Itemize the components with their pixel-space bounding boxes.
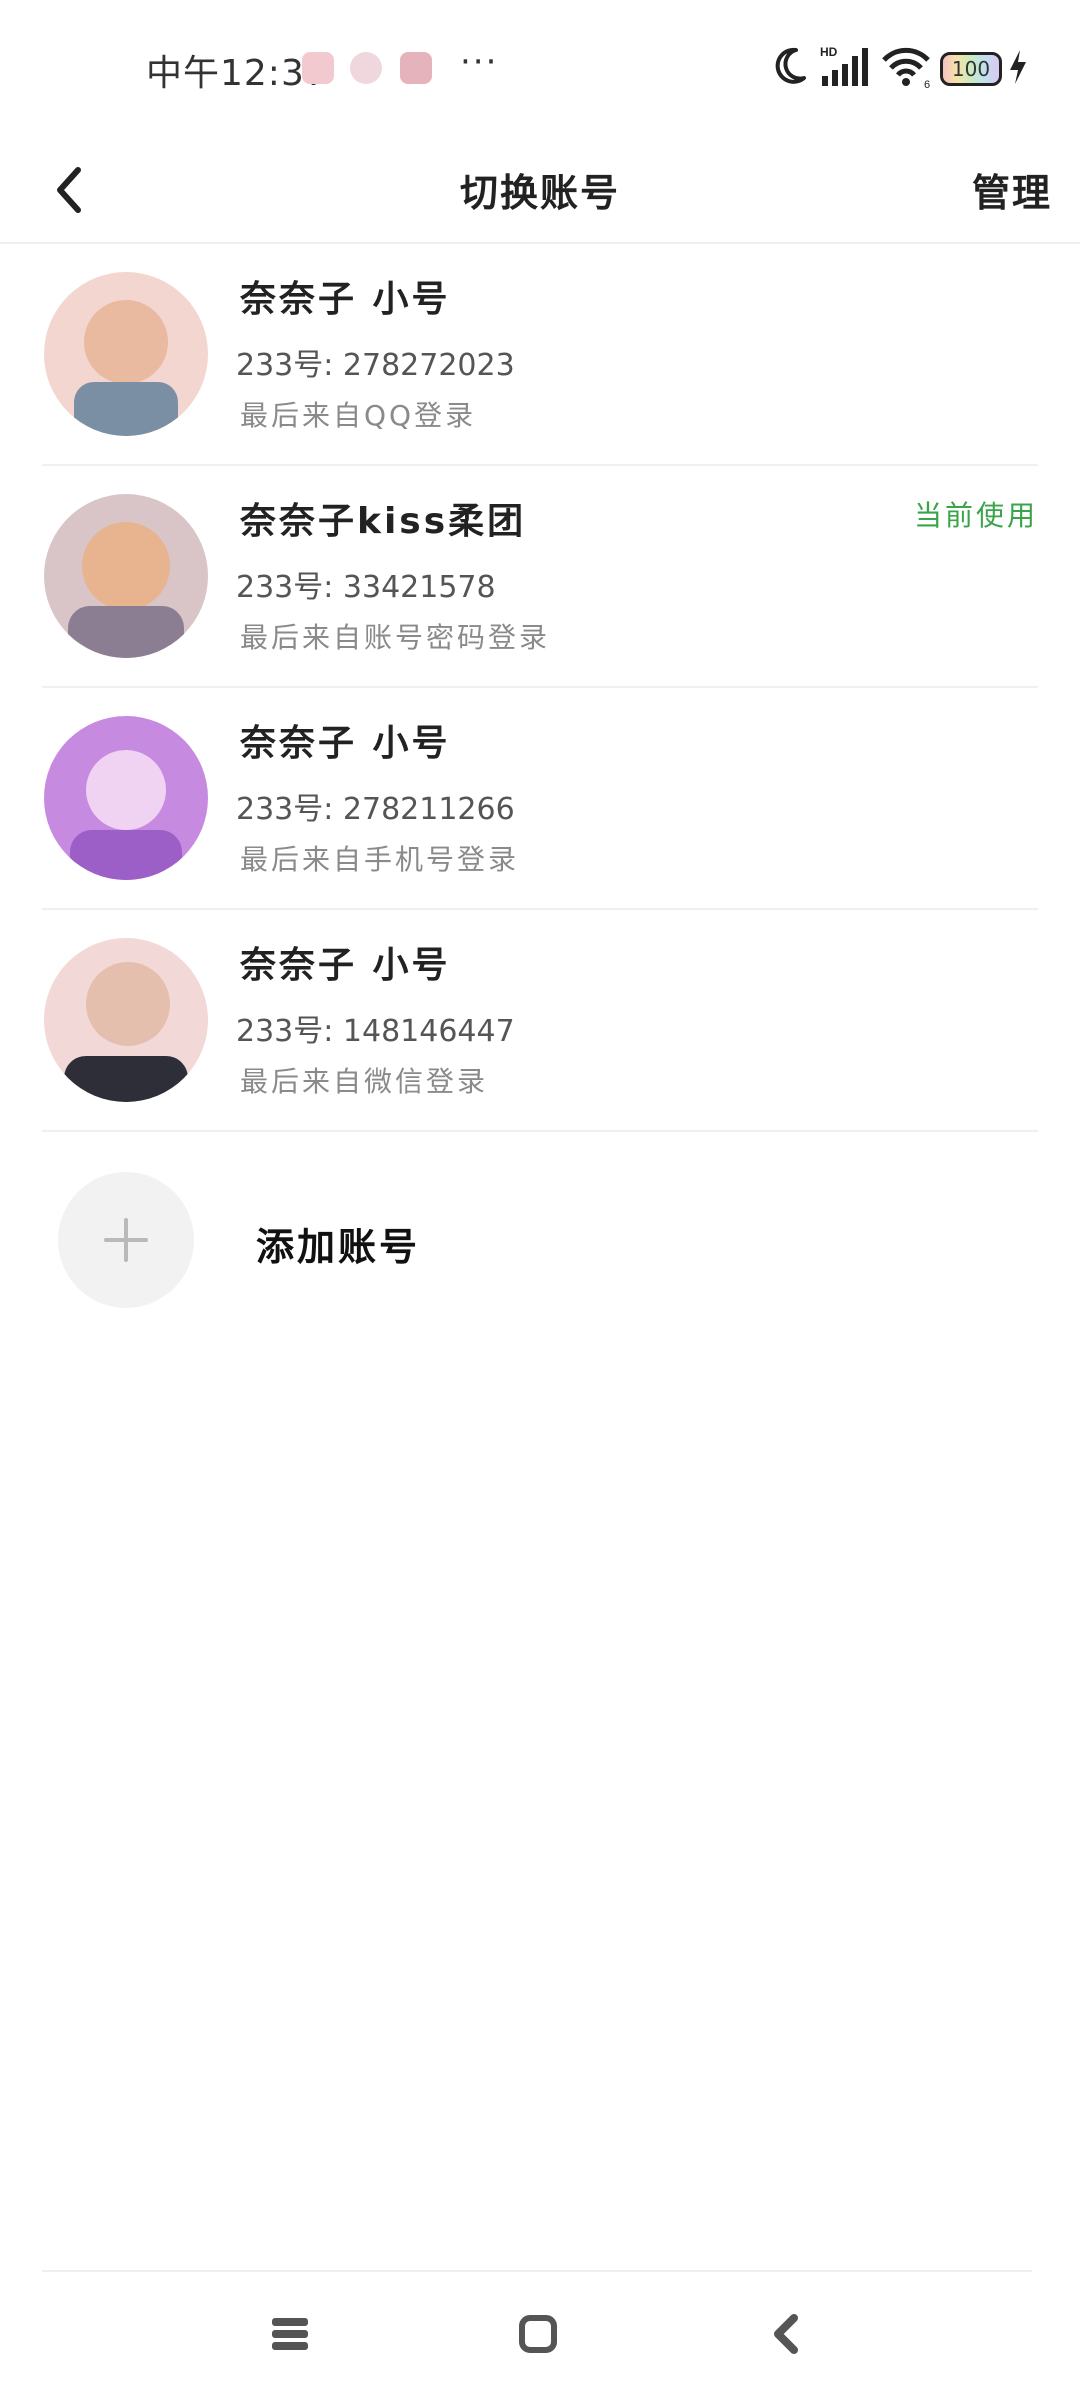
account-login-method: 最后来自账号密码登录 [240,621,551,654]
account-item[interactable]: 奈奈子 小号 233号: 278272023 最后来自QQ登录 [42,244,1038,466]
avatar [44,938,208,1102]
notification-app-icon [302,52,334,84]
wifi-band-label: 6 [924,79,930,88]
notification-app-icon [400,52,432,84]
avatar [44,494,208,658]
account-name: 奈奈子kiss柔团 [240,501,527,542]
account-login-method: 最后来自手机号登录 [240,843,520,876]
charging-icon [1010,50,1026,84]
account-item[interactable]: 奈奈子 小号 233号: 148146447 最后来自微信登录 [42,910,1038,1132]
account-name: 奈奈子 小号 [240,723,451,764]
avatar [44,716,208,880]
top-navigation-bar: 切换账号 管理 [0,140,1080,244]
page-title: 切换账号 [459,171,620,215]
add-account-label: 添加账号 [256,1225,421,1269]
more-notifications-icon: ··· [460,42,499,82]
current-account-badge: 当前使用 [913,499,1038,532]
account-name: 奈奈子 小号 [240,945,451,986]
manage-button[interactable]: 管理 [972,162,1052,217]
wifi-icon: 6 [882,47,930,88]
account-id: 233号: 148146447 [236,1014,515,1049]
account-login-method: 最后来自微信登录 [240,1065,489,1098]
account-id: 233号: 278211266 [236,792,515,827]
home-icon[interactable] [516,2312,560,2356]
menu-icon[interactable] [268,2312,312,2356]
plus-icon [104,1218,148,1262]
account-item[interactable]: 奈奈子kiss柔团 233号: 33421578 最后来自账号密码登录 当前使用 [42,466,1038,688]
bottom-divider [42,2270,1032,2272]
network-type-label: HD [820,45,838,59]
status-bar: 中午12:37 ··· HD 6 100 [0,0,1080,140]
battery-icon: 100 [940,52,1002,86]
account-name: 奈奈子 小号 [240,279,451,320]
account-id: 233号: 278272023 [236,348,515,383]
signal-icon: HD [820,45,868,86]
avatar [44,272,208,436]
add-account-button[interactable]: 添加账号 [42,1170,1038,1310]
add-account-circle [58,1172,194,1308]
account-id: 233号: 33421578 [236,570,496,605]
account-item[interactable]: 奈奈子 小号 233号: 278211266 最后来自手机号登录 [42,688,1038,910]
notification-app-icon [350,52,382,84]
account-list: 奈奈子 小号 233号: 278272023 最后来自QQ登录 奈奈子kiss柔… [0,244,1080,1132]
account-login-method: 最后来自QQ登录 [240,399,477,432]
moon-icon [775,47,806,84]
back-icon[interactable] [766,2312,810,2356]
